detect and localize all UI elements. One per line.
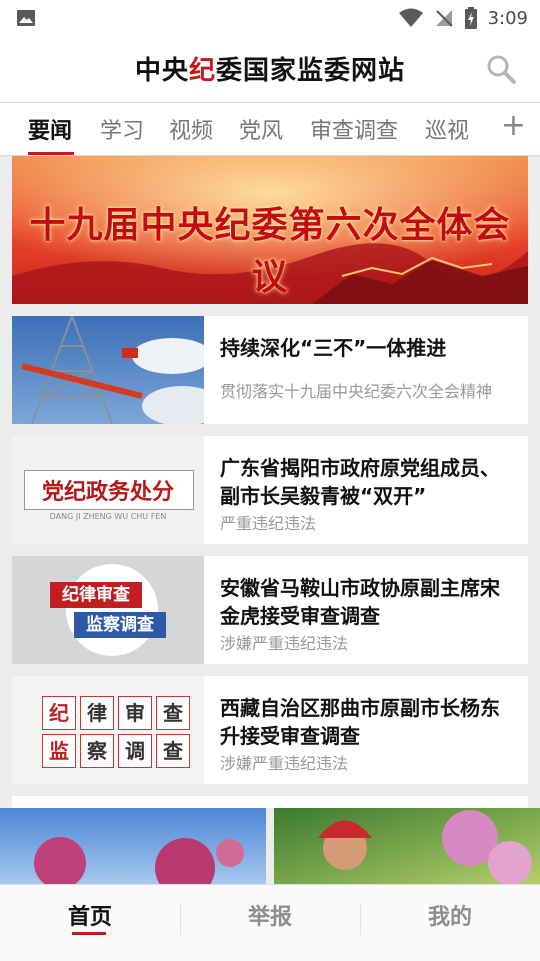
article-title: 广东省揭阳市政府原党组成员、副市长吴毅青被“双开” <box>220 456 500 508</box>
wifi-icon <box>398 8 423 27</box>
banner-title: 十九届中央纪委第六次全体会议 <box>29 204 511 298</box>
no-signal-icon <box>435 10 453 27</box>
thumbnail-title: 党纪政务处分 <box>41 479 174 505</box>
nav-mine[interactable]: 我的 <box>360 899 540 931</box>
thumbnail-line2: 监察调查 <box>74 612 166 638</box>
tab-inspection[interactable]: 巡视 <box>425 113 469 145</box>
article-subtitle: 涉嫌严重违纪违法 <box>220 754 349 773</box>
article-subtitle: 贯彻落实十九届中央纪委六次全会精神 <box>220 382 493 401</box>
tab-investigation[interactable]: 审查调查 <box>310 113 398 145</box>
article-title: 持续深化“三不”一体推进 <box>220 336 447 360</box>
article-title: 西藏自治区那曲市原副市长杨东升接受审查调查 <box>220 696 500 748</box>
article-card-2[interactable]: 党纪政务处分 DANG JI ZHENG WU CHU FEN 广东省揭阳市政府… <box>12 436 528 544</box>
active-nav-indicator <box>72 932 106 935</box>
category-tabs: 要闻 学习 视频 党风 审查调查 巡视 + <box>0 103 540 156</box>
add-tab-icon[interactable]: + <box>501 111 526 141</box>
search-icon[interactable] <box>484 52 518 86</box>
image-grid-row <box>0 808 540 886</box>
thumbnail-line1: 纪律审查 <box>50 582 142 608</box>
featured-banner[interactable]: 十九届中央纪委第六次全体会议 <box>12 156 528 304</box>
thumbnail-char: 查 <box>156 734 190 768</box>
article-title: 安徽省马鞍山市政协原副主席宋金虎接受审查调查 <box>220 576 500 628</box>
app-title: 中央纪委国家监委网站 <box>134 56 406 86</box>
active-tab-indicator <box>28 152 74 155</box>
nav-report[interactable]: 举报 <box>180 899 360 931</box>
article-card-5[interactable] <box>12 796 528 808</box>
tab-video[interactable]: 视频 <box>169 113 213 145</box>
status-time: 3:09 <box>487 7 528 29</box>
article-thumbnail <box>12 316 204 424</box>
thumbnail-char: 调 <box>118 734 152 768</box>
thumbnail-char: 律 <box>80 696 114 730</box>
nav-home[interactable]: 首页 <box>0 899 180 931</box>
tab-study[interactable]: 学习 <box>100 113 144 145</box>
gallery-notification-icon <box>17 10 35 26</box>
status-bar: 3:09 <box>0 0 540 36</box>
article-subtitle: 涉嫌严重违纪违法 <box>220 634 349 653</box>
article-card-4[interactable]: 纪 律 审 查 监 察 调 查 西藏自治区那曲市原副市长杨东升接受审查调查 涉嫌… <box>12 676 528 784</box>
bottom-navigation: 首页 举报 我的 <box>0 884 540 961</box>
app-header: 中央纪委国家监委网站 <box>0 36 540 103</box>
thumbnail-pinyin: DANG JI ZHENG WU CHU FEN <box>49 512 167 521</box>
article-thumbnail: 党纪政务处分 DANG JI ZHENG WU CHU FEN <box>12 436 204 544</box>
article-thumbnail: 纪律审查 监察调查 <box>12 556 204 664</box>
article-card-1[interactable]: 持续深化“三不”一体推进 贯彻落实十九届中央纪委六次全会精神 <box>12 316 528 424</box>
thumbnail-char: 审 <box>118 696 152 730</box>
thumbnail-char: 纪 <box>42 696 76 730</box>
thumbnail-char: 查 <box>156 696 190 730</box>
article-subtitle: 严重违纪违法 <box>220 514 317 533</box>
tab-party-style[interactable]: 党风 <box>239 113 283 145</box>
thumbnail-char: 察 <box>80 734 114 768</box>
thumbnail-char: 监 <box>42 734 76 768</box>
status-icons: 3:09 <box>398 6 528 30</box>
article-card-3[interactable]: 纪律审查 监察调查 安徽省马鞍山市政协原副主席宋金虎接受审查调查 涉嫌严重违纪违… <box>12 556 528 664</box>
battery-charging-icon <box>464 7 477 29</box>
tab-news[interactable]: 要闻 <box>28 113 72 145</box>
article-thumbnail: 纪 律 审 查 监 察 调 查 <box>12 676 204 784</box>
